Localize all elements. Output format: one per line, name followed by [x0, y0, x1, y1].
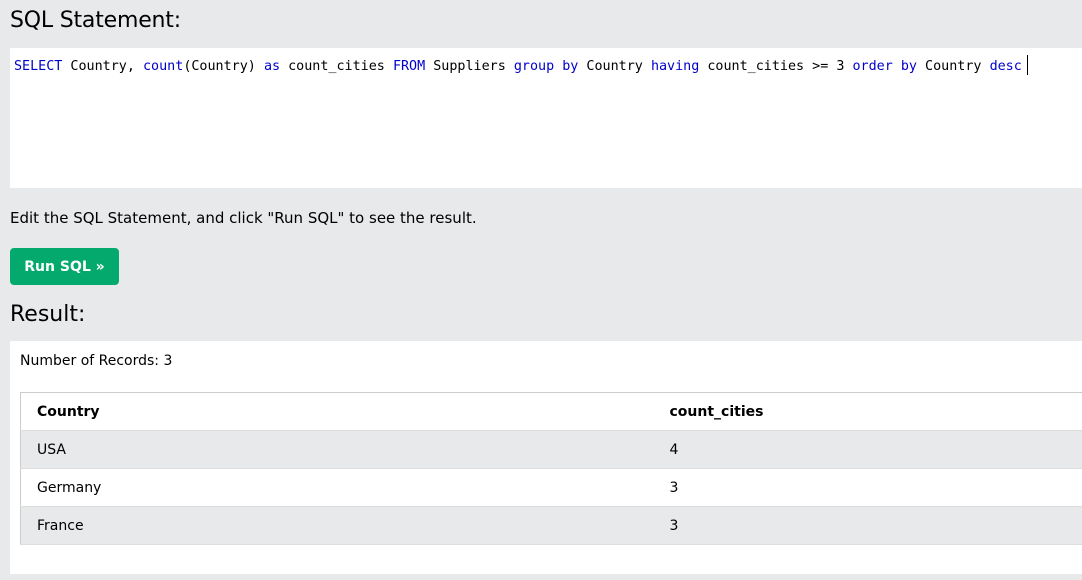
cell-count-cities: 3	[653, 506, 1082, 545]
sql-statement-heading: SQL Statement:	[10, 8, 181, 33]
column-header-country: Country	[20, 392, 654, 431]
cell-count-cities: 3	[653, 468, 1082, 507]
sql-keyword: count	[143, 59, 184, 74]
sql-keyword: group by	[513, 59, 579, 74]
sql-text: (Country)	[183, 59, 264, 74]
sql-keyword: having	[650, 59, 700, 74]
sql-keyword: desc	[989, 59, 1022, 74]
sql-keyword: FROM	[392, 59, 426, 74]
cell-country: France	[20, 506, 654, 545]
sql-text: Suppliers	[425, 59, 514, 74]
sql-keyword: SELECT	[14, 59, 63, 74]
table-row: Germany 3	[20, 468, 1082, 507]
result-heading: Result:	[10, 302, 86, 327]
run-sql-button[interactable]: Run SQL »	[10, 248, 119, 285]
result-panel: Number of Records: 3 Country count_citie…	[10, 341, 1082, 574]
number-of-records: Number of Records: 3	[20, 353, 173, 369]
table-header-row: Country count_cities	[20, 392, 1082, 431]
sql-text: Country,	[62, 59, 143, 74]
sql-editor[interactable]: SELECT Country, count(Country) as count_…	[10, 48, 1082, 188]
sql-text: Country	[917, 59, 990, 74]
table-row: France 3	[20, 506, 1082, 545]
text-cursor	[1026, 55, 1028, 75]
column-header-count-cities: count_cities	[653, 392, 1082, 431]
result-table: Country count_cities USA 4 Germany 3 Fra…	[20, 392, 1082, 545]
cell-count-cities: 4	[653, 430, 1082, 469]
sql-text: Country	[578, 59, 651, 74]
sql-text: count_cities	[280, 59, 393, 74]
cell-country: USA	[20, 430, 654, 469]
tryit-page: SQL Statement: SELECT Country, count(Cou…	[0, 0, 1082, 580]
sql-keyword: as	[263, 59, 281, 74]
table-row: USA 4	[20, 430, 1082, 469]
instruction-text: Edit the SQL Statement, and click "Run S…	[10, 209, 477, 227]
cell-country: Germany	[20, 468, 654, 507]
sql-keyword: order by	[852, 59, 918, 74]
sql-text: count_cities >= 3	[699, 59, 853, 74]
